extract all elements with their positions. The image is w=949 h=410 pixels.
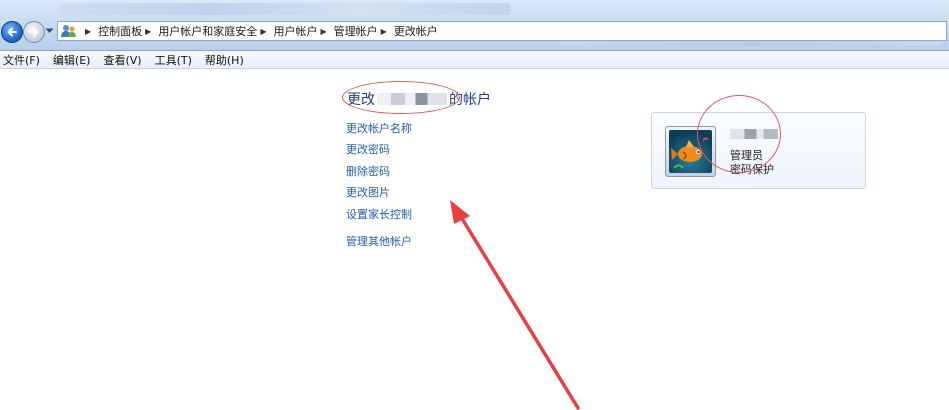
menu-edit[interactable]: 编辑(E)	[53, 52, 91, 68]
forward-arrow-icon	[29, 27, 39, 37]
change-account-name-link[interactable]: 更改帐户名称	[346, 120, 412, 136]
remove-password-link[interactable]: 删除密码	[346, 163, 390, 179]
forward-button[interactable]	[23, 21, 45, 43]
menu-view[interactable]: 查看(V)	[103, 52, 141, 68]
setup-parental-controls-link[interactable]: 设置家长控制	[346, 206, 412, 222]
breadcrumb-chevron-icon[interactable]: ▶	[381, 27, 387, 36]
back-button[interactable]	[1, 21, 23, 43]
history-dropdown-icon[interactable]	[45, 28, 54, 34]
menu-help[interactable]: 帮助(H)	[205, 52, 244, 68]
blurred-tab-strip	[60, 3, 510, 15]
annotation-ellipse-user	[697, 95, 781, 173]
breadcrumb-chevron-icon: ▶	[85, 26, 92, 36]
breadcrumb-chevron-icon[interactable]: ▶	[260, 27, 266, 36]
menu-bar: 文件(F) 编辑(E) 查看(V) 工具(T) 帮助(H)	[0, 51, 949, 69]
address-bar-area: ▶ 控制面板 ▶ 用户帐户和家庭安全 ▶ 用户帐户 ▶ 管理帐户 ▶ 更改帐户	[0, 0, 949, 51]
menu-file[interactable]: 文件(F)	[3, 52, 40, 68]
annotation-red-arrow	[450, 200, 580, 410]
breadcrumb-item-user-accounts[interactable]: 用户帐户	[273, 23, 317, 39]
breadcrumb-item-change-account[interactable]: 更改帐户	[394, 23, 438, 39]
change-password-link[interactable]: 更改密码	[346, 141, 390, 157]
change-picture-link[interactable]: 更改图片	[346, 184, 390, 200]
breadcrumb-chevron-icon[interactable]: ▶	[320, 27, 326, 36]
menu-tools[interactable]: 工具(T)	[155, 52, 192, 68]
breadcrumb[interactable]: ▶ 控制面板 ▶ 用户帐户和家庭安全 ▶ 用户帐户 ▶ 管理帐户 ▶ 更改帐户	[57, 21, 947, 41]
breadcrumb-item-manage-accounts[interactable]: 管理帐户	[334, 23, 378, 39]
breadcrumb-item-control-panel[interactable]: 控制面板	[98, 23, 142, 39]
annotation-ellipse-title	[342, 81, 460, 114]
back-arrow-icon	[7, 27, 17, 37]
manage-another-account-link[interactable]: 管理其他帐户	[346, 233, 412, 249]
control-panel-users-icon	[61, 25, 76, 37]
breadcrumb-item-user-accounts-family[interactable]: 用户帐户和家庭安全	[158, 23, 257, 39]
breadcrumb-chevron-icon[interactable]: ▶	[145, 27, 151, 36]
